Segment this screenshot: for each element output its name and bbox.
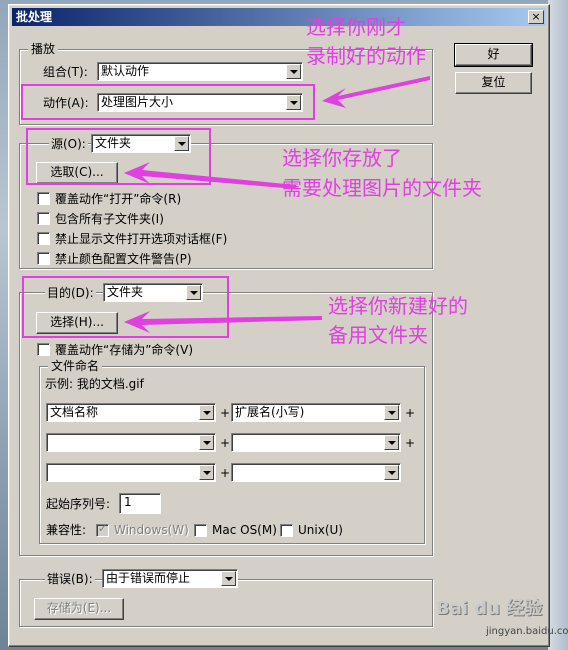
watermark-url: jingyan.baidu.com [486, 626, 568, 637]
arrow-source-icon [124, 162, 296, 189]
watermark-brand: Bai du 经验 [436, 598, 543, 619]
arrow-action-icon [322, 76, 430, 108]
arrow-destination-icon [124, 311, 322, 333]
annotation-arrows [124, 76, 430, 333]
baidu-watermark: Bai du 经验 jingyan.baidu.com [430, 588, 568, 650]
